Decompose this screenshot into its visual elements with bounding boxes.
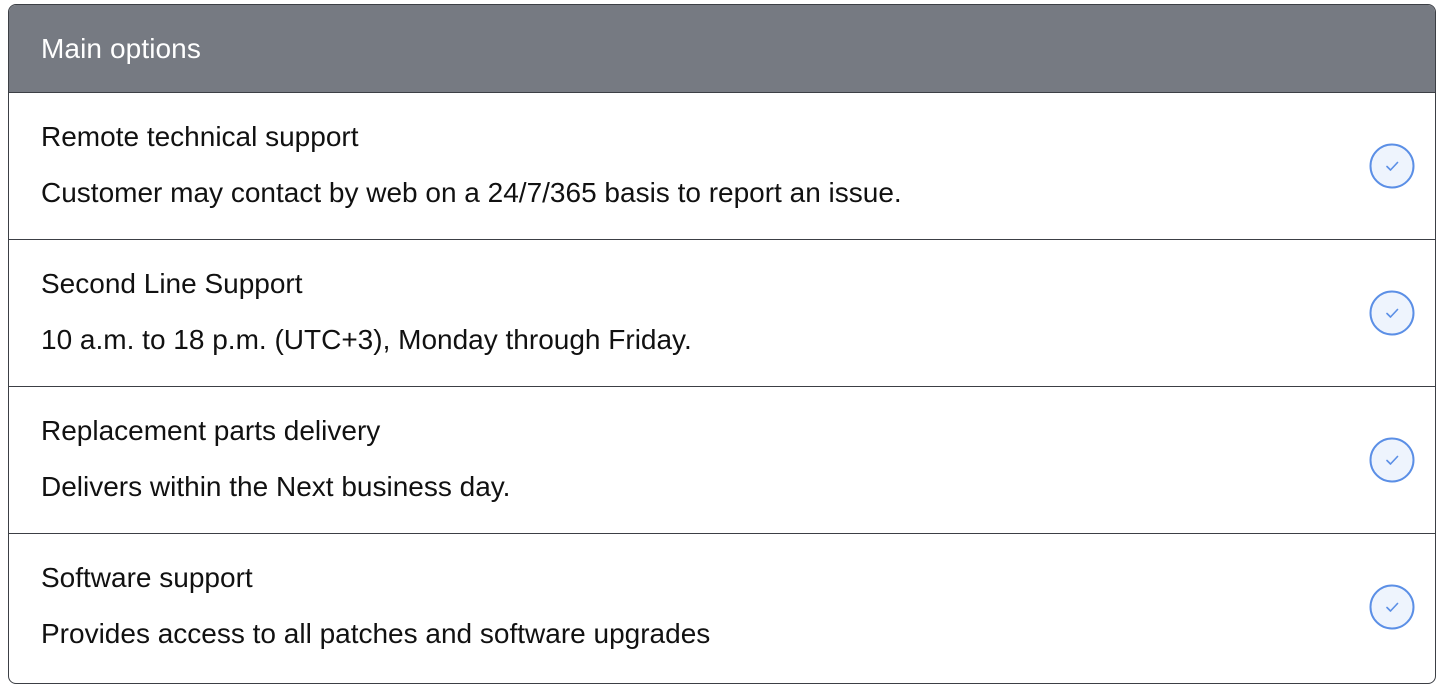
- panel-title: Main options: [41, 32, 201, 64]
- option-title: Remote technical support: [41, 121, 359, 152]
- option-row-remote-technical-support: Remote technical support Customer may co…: [9, 93, 1435, 240]
- option-description: Provides access to all patches and softw…: [41, 618, 711, 649]
- main-options-panel: Main options Remote technical support Cu…: [8, 4, 1436, 684]
- option-description: Delivers within the Next business day.: [41, 471, 511, 502]
- panel-header: Main options: [9, 5, 1435, 93]
- option-description: Customer may contact by web on a 24/7/36…: [41, 177, 902, 208]
- option-title: Replacement parts delivery: [41, 415, 381, 446]
- check-circle-icon: [1369, 437, 1415, 483]
- option-row-replacement-parts-delivery: Replacement parts delivery Delivers with…: [9, 387, 1435, 534]
- check-circle-icon: [1369, 290, 1415, 336]
- option-row-second-line-support: Second Line Support 10 a.m. to 18 p.m. (…: [9, 240, 1435, 387]
- check-circle-icon: [1369, 143, 1415, 189]
- option-row-software-support: Software support Provides access to all …: [9, 534, 1435, 681]
- check-circle-icon: [1369, 584, 1415, 630]
- option-title: Second Line Support: [41, 268, 303, 299]
- option-title: Software support: [41, 562, 253, 593]
- option-description: 10 a.m. to 18 p.m. (UTC+3), Monday throu…: [41, 324, 692, 355]
